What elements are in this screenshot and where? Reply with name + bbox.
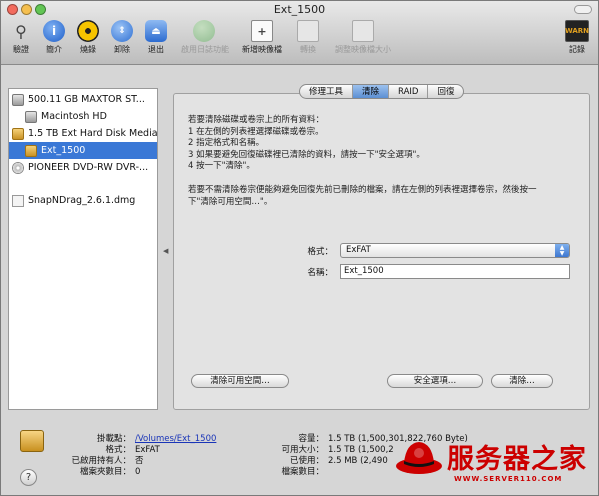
tab-raid[interactable]: RAID bbox=[389, 85, 429, 98]
sidebar-item-ext-1500[interactable]: Ext_1500 bbox=[9, 142, 157, 159]
enable-journaling-button[interactable]: 啟用日誌功能 bbox=[181, 20, 229, 55]
eject-icon: ⏏ bbox=[145, 20, 167, 42]
split-resize-handle[interactable]: ◀ bbox=[163, 247, 168, 255]
note-line: 下"清除可用空間…"。 bbox=[188, 196, 273, 207]
name-field[interactable]: Ext_1500 bbox=[340, 264, 570, 279]
journal-icon bbox=[193, 20, 215, 42]
info-files: 檔案數目： bbox=[264, 465, 324, 477]
selected-volume-icon bbox=[20, 430, 44, 452]
log-button[interactable]: WARN 記錄 bbox=[557, 20, 597, 55]
info-value: 2.5 MB (2,490 bbox=[328, 456, 388, 466]
disk-image-icon bbox=[12, 194, 24, 207]
burn-icon bbox=[77, 20, 99, 42]
volume-icon bbox=[25, 144, 37, 157]
tab-bar: 修理工具 清除 RAID 回復 bbox=[299, 84, 465, 99]
hard-disk-icon bbox=[12, 93, 24, 106]
info-folders: 檔案夾數目： 0 bbox=[71, 465, 140, 477]
log-icon: WARN bbox=[565, 20, 589, 42]
sidebar-item-maxtor[interactable]: 500.11 GB MAXTOR ST... bbox=[9, 91, 157, 108]
tab-first-aid[interactable]: 修理工具 bbox=[300, 85, 354, 98]
sidebar-item-ext-disk[interactable]: 1.5 TB Ext Hard Disk Media bbox=[9, 125, 157, 142]
sidebar-item-pioneer-dvd[interactable]: PIONEER DVD-RW DVR-... bbox=[9, 159, 157, 176]
chevron-updown-icon: ▲ ▼ bbox=[555, 244, 569, 257]
convert-button[interactable]: 轉換 bbox=[285, 20, 331, 55]
disk-utility-window: Ext_1500 ⚲ 驗證 i 簡介 燒錄 ⇕ 卸除 ⏏ 退出 啟用日誌功能 + bbox=[0, 0, 599, 496]
tab-erase[interactable]: 清除 bbox=[353, 85, 390, 98]
sidebar-item-label: Macintosh HD bbox=[41, 111, 107, 122]
new-image-icon: + bbox=[251, 20, 273, 42]
sidebar-item-label: 1.5 TB Ext Hard Disk Media bbox=[28, 128, 157, 139]
watermark-text: 服务器之家 bbox=[447, 444, 587, 475]
resize-image-button[interactable]: 調整映像檔大小 bbox=[333, 20, 393, 55]
security-options-button[interactable]: 安全選項… bbox=[387, 374, 483, 388]
toolbar-toggle-button[interactable] bbox=[574, 5, 592, 14]
watermark: 服务器之家 WWW.SERVER110.COM bbox=[394, 433, 598, 495]
note-line: 若要不需清除卷宗便能夠避免回復先前已刪除的檔案，請在左側的列表裡選擇卷宗，然後按… bbox=[188, 185, 537, 195]
instruction-line: 若要清除磁碟或卷宗上的所有資料： bbox=[188, 115, 325, 125]
convert-icon bbox=[297, 20, 319, 42]
format-value: ExFAT bbox=[346, 245, 371, 255]
info-icon: i bbox=[43, 20, 65, 42]
info-key: 檔案數目： bbox=[281, 467, 324, 477]
format-label: 格式： bbox=[307, 247, 333, 257]
log-label: 記錄 bbox=[569, 45, 585, 54]
format-select[interactable]: ExFAT ▲ ▼ bbox=[340, 243, 570, 258]
resize-image-label: 調整映像檔大小 bbox=[335, 45, 391, 54]
free-space-note: 若要不需清除卷宗便能夠避免回復先前已刪除的檔案，請在左側的列表裡選擇卷宗，然後按… bbox=[188, 185, 583, 208]
unmount-icon: ⇕ bbox=[111, 20, 133, 42]
erase-instructions: 若要清除磁碟或卷宗上的所有資料： 1 在左側的列表裡選擇磁碟或卷宗。 2 指定格… bbox=[188, 115, 583, 173]
instruction-line: 3 如果要避免回復磁碟裡已清除的資料，請按一下"安全選項"。 bbox=[188, 149, 425, 160]
external-disk-icon bbox=[12, 127, 24, 140]
convert-label: 轉換 bbox=[300, 45, 316, 54]
instruction-line: 4 按一下"清除"。 bbox=[188, 161, 255, 171]
instruction-line: 1 在左側的列表裡選擇磁碟或卷宗。 bbox=[188, 126, 324, 137]
tab-restore[interactable]: 回復 bbox=[428, 85, 463, 98]
red-hat-logo-icon bbox=[396, 442, 442, 474]
new-image-button[interactable]: + 新增映像檔 bbox=[239, 20, 285, 55]
sidebar-item-snapndrag-dmg[interactable]: SnapNDrag_2.6.1.dmg bbox=[9, 192, 157, 209]
resize-image-icon bbox=[352, 20, 374, 42]
info-key: 檔案夾數目： bbox=[79, 467, 131, 477]
disk-list-sidebar: 500.11 GB MAXTOR ST... Macintosh HD 1.5 … bbox=[8, 88, 158, 410]
sidebar-item-label: Ext_1500 bbox=[41, 145, 86, 156]
instruction-line: 2 指定格式和名稱。 bbox=[188, 138, 265, 148]
titlebar: Ext_1500 ⚲ 驗證 i 簡介 燒錄 ⇕ 卸除 ⏏ 退出 啟用日誌功能 + bbox=[1, 1, 598, 65]
eject-button[interactable]: ⏏ 退出 bbox=[133, 20, 179, 55]
window-title: Ext_1500 bbox=[273, 3, 326, 16]
sidebar-item-label: SnapNDrag_2.6.1.dmg bbox=[28, 195, 136, 206]
microscope-icon: ⚲ bbox=[15, 21, 27, 41]
eject-label: 退出 bbox=[148, 45, 164, 54]
info-value: 0 bbox=[135, 467, 141, 477]
hard-disk-icon bbox=[25, 110, 37, 123]
journal-label: 啟用日誌功能 bbox=[181, 45, 229, 54]
erase-button[interactable]: 清除… bbox=[491, 374, 553, 388]
optical-drive-icon bbox=[12, 161, 24, 174]
help-button[interactable]: ? bbox=[20, 469, 37, 486]
watermark-url: WWW.SERVER110.COM bbox=[454, 475, 563, 483]
name-label: 名稱： bbox=[307, 268, 333, 278]
new-image-label: 新增映像檔 bbox=[242, 45, 282, 54]
sidebar-item-label: 500.11 GB MAXTOR ST... bbox=[28, 94, 145, 105]
erase-free-space-button[interactable]: 清除可用空間… bbox=[191, 374, 289, 388]
sidebar-item-label: PIONEER DVD-RW DVR-... bbox=[28, 162, 149, 173]
sidebar-item-macintosh-hd[interactable]: Macintosh HD bbox=[9, 108, 157, 125]
